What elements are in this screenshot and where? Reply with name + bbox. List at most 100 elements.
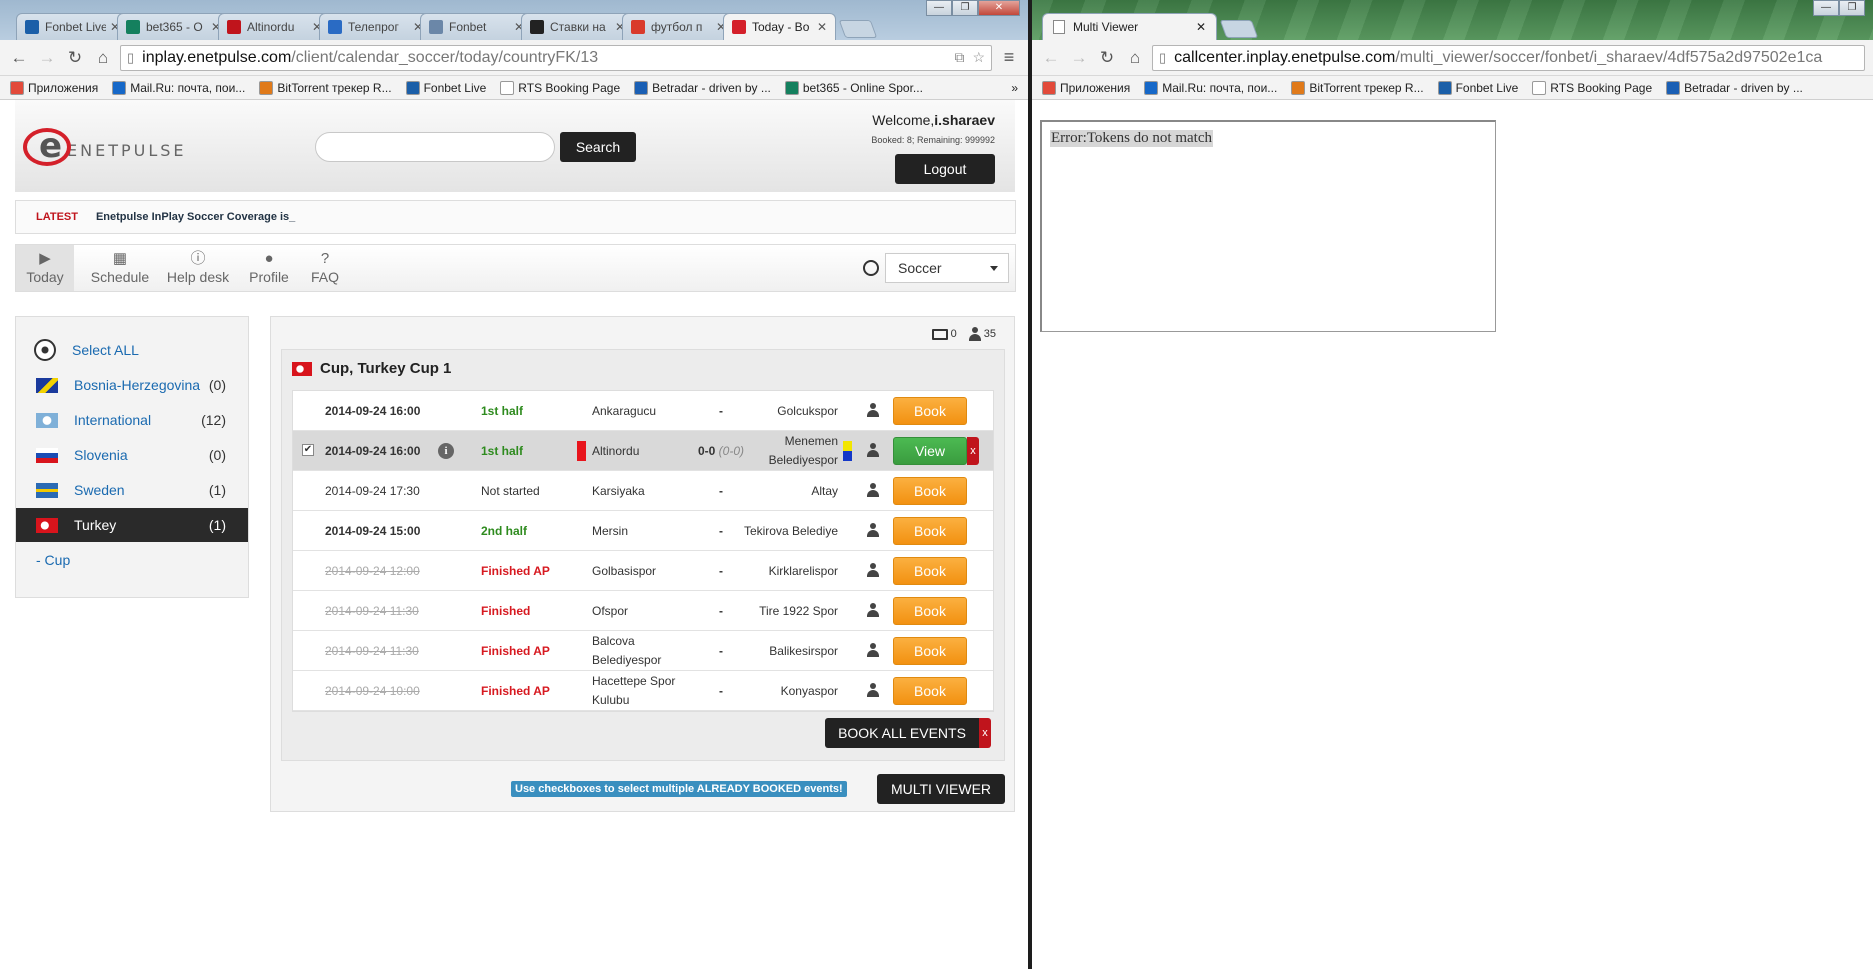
browser-tab[interactable]: футбол п ✕ [622,13,735,40]
browser-tab[interactable]: Fonbet Live ✕ [16,13,129,40]
bookmark-item[interactable]: Mail.Ru: почта, пои... [1144,80,1277,95]
forward-arrow-icon[interactable]: → [36,47,58,69]
browser-tab[interactable]: Today - Bo ✕ [723,13,836,40]
ticker-text[interactable]: Enetpulse InPlay Soccer Coverage is_ [96,211,295,223]
info-icon: ⓘ [190,250,206,267]
bookmark-item[interactable]: BitTorrent трекер R... [259,80,392,95]
country-count: (1) [208,482,226,498]
bookmark-item[interactable]: RTS Booking Page [1532,80,1652,95]
book-button[interactable]: Book [893,557,967,585]
enetpulse-logo[interactable]: ENETPULSE [23,126,187,166]
maximize-button[interactable]: ❐ [952,0,978,16]
tab-favicon-icon [328,20,342,34]
info-icon[interactable]: i [438,443,454,459]
table-row: 2014-09-24 15:00 2nd half Mersin - Tekirova… [293,511,993,551]
menu-icon[interactable]: ≡ [998,47,1020,68]
country-name: Sweden [74,482,125,498]
bookmark-label: bet365 - Online Spor... [802,80,923,95]
bookmark-item[interactable]: Fonbet Live [1437,80,1518,95]
view-button[interactable]: View [893,437,967,465]
match-date: 2014-09-24 17:30 [325,484,420,498]
bookmark-item[interactable]: RTS Booking Page [500,80,620,95]
tab-title: Ставки на [550,20,606,34]
sport-select[interactable]: Soccer [885,253,1009,283]
browser-tab[interactable]: Altinordu ✕ [218,13,331,40]
maximize-button[interactable]: ❐ [1839,0,1865,16]
multi-select-hint: Use checkboxes to select multiple ALREAD… [511,781,847,797]
back-arrow-icon[interactable]: ← [1040,47,1062,69]
bookmark-item[interactable]: bet365 - Online Spor... [784,80,923,95]
red-card-icon [577,441,586,461]
new-tab-button[interactable] [838,20,878,38]
bookmark-label: Приложения [1060,80,1131,95]
bookmark-item[interactable]: BitTorrent трекер R... [1291,80,1424,95]
bookmark-item[interactable]: Betradar - driven by ... [634,80,771,95]
book-button[interactable]: Book [893,597,967,625]
new-tab-button[interactable] [1219,20,1259,38]
window-controls: — ❐ ✕ [926,0,1020,16]
nav-schedule-label: Schedule [90,269,150,285]
forward-arrow-icon[interactable]: → [1068,47,1090,69]
close-tab-icon[interactable]: ✕ [817,20,827,34]
ticker-label: LATEST [36,211,78,223]
bookmark-star-icon[interactable]: ☆ [972,49,985,66]
bookmarks-bar: Приложения Mail.Ru: почта, пои... BitTorre… [1032,76,1873,100]
nav-help-desk[interactable]: ⓘ Help desk [161,245,235,291]
browser-tab[interactable]: bet365 - O ✕ [117,13,230,40]
minimize-button[interactable]: — [1813,0,1839,16]
home-icon[interactable]: ⌂ [1124,47,1146,69]
home-team: Altinordu [592,431,692,471]
book-button[interactable]: Book [893,477,967,505]
close-tab-icon[interactable]: ✕ [1196,20,1206,34]
book-button[interactable]: Book [893,517,967,545]
address-bar[interactable]: ▯ callcenter.inplay.enetpulse.com/multi_… [1152,44,1865,71]
home-team-name: Mersin [592,523,629,538]
close-window-button[interactable]: ✕ [978,0,1020,16]
away-team: Balikesirspor [713,631,838,671]
book-button[interactable]: Book [893,677,967,705]
nav-schedule[interactable]: ▦ Schedule [88,245,152,291]
select-all-link[interactable]: Select ALL [16,333,248,367]
bookmark-item[interactable]: Приложения [10,80,98,95]
window-controls: — ❐ [1813,0,1865,16]
tab-title: Altinordu [247,20,295,34]
sidebar-item-international[interactable]: International (12) [16,403,248,437]
sidebar-item-slovenia[interactable]: Slovenia (0) [16,438,248,472]
bookmark-item[interactable]: Betradar - driven by ... [1666,80,1803,95]
logout-button[interactable]: Logout [895,154,995,184]
book-button[interactable]: Book [893,397,967,425]
back-arrow-icon[interactable]: ← [8,47,30,69]
browser-tab[interactable]: Fonbet ✕ [420,13,533,40]
remove-booking-button[interactable]: x [967,437,979,465]
reload-icon[interactable]: ↻ [1096,47,1118,69]
tab-title: Fonbet Live [45,20,106,34]
translate-icon[interactable]: ⧉ [954,49,964,66]
nav-faq-label: FAQ [310,269,339,285]
bookmark-item[interactable]: Fonbet Live [405,80,486,95]
book-all-events-button[interactable]: BOOK ALL EVENTS [825,718,979,748]
tab-multi-viewer[interactable]: Multi Viewer ✕ [1042,13,1217,40]
more-bookmarks-button[interactable]: » [1011,81,1018,95]
nav-profile[interactable]: ● Profile [244,245,294,291]
book-all-remove-button[interactable]: x [979,718,991,748]
minimize-button[interactable]: — [926,0,952,16]
bookmark-item[interactable]: Приложения [1042,80,1131,95]
row-checkbox[interactable]: ✔ [302,444,314,456]
sidebar-item-bosnia[interactable]: Bosnia-Herzegovina (0) [16,368,248,402]
address-bar[interactable]: ▯ inplay.enetpulse.com/client/calendar_s… [120,44,992,71]
nav-today[interactable]: ▶ Today [16,245,74,291]
sidebar-item-turkey[interactable]: Turkey (1) [16,508,248,542]
search-input[interactable] [315,132,555,162]
nav-faq[interactable]: ? FAQ [303,245,347,291]
browser-tab[interactable]: Телепрог ✕ [319,13,432,40]
bookmark-item[interactable]: Mail.Ru: почта, пои... [112,80,245,95]
reload-icon[interactable]: ↻ [64,47,86,69]
sidebar-item-sweden[interactable]: Sweden (1) [16,473,248,507]
home-icon[interactable]: ⌂ [92,47,114,69]
browser-tab[interactable]: Ставки на ✕ [521,13,634,40]
book-button[interactable]: Book [893,637,967,665]
multi-viewer-button[interactable]: MULTI VIEWER [877,774,1005,804]
sidebar-item-cup[interactable]: - Cup [16,543,248,577]
error-message: Error:Tokens do not match [1050,130,1213,147]
search-button[interactable]: Search [560,132,636,162]
